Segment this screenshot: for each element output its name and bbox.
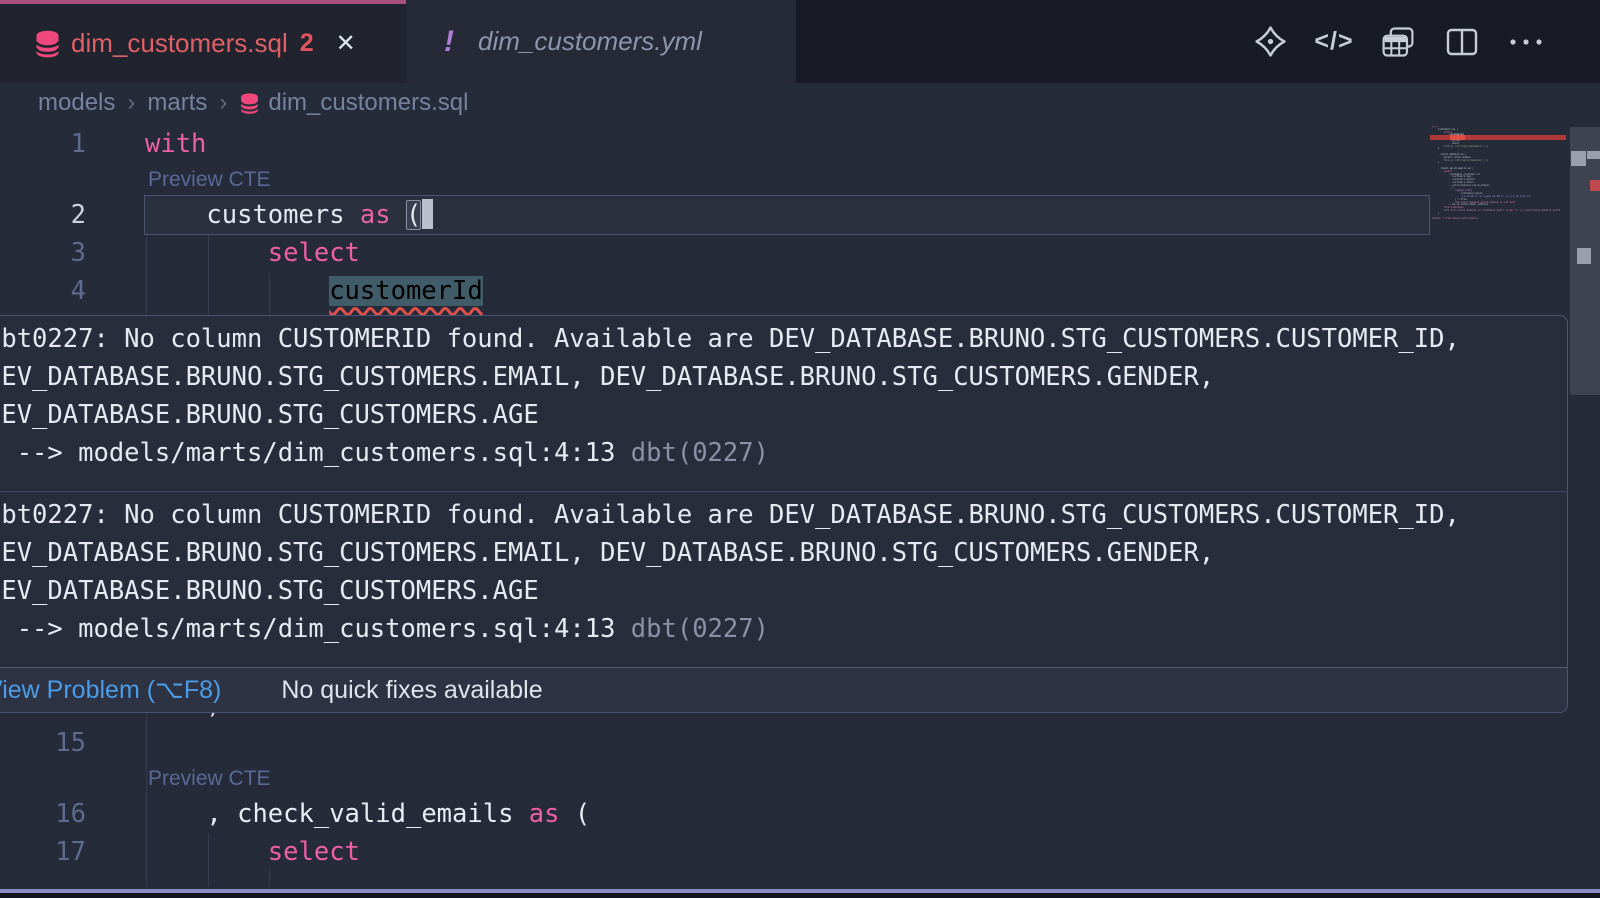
code-text[interactable]: customerId [86,272,483,310]
split-editor-icon[interactable] [1444,24,1480,60]
tab-label: dim_customers.sql [71,28,288,59]
code-preview-icon[interactable]: </> [1316,24,1352,60]
code-text[interactable]: customers as ( [86,196,433,234]
error-code: dbt(0227) [631,438,769,468]
line-number [0,762,86,795]
line-number: 2 [0,196,86,234]
overview-ruler-error-mark [1590,180,1600,191]
warning-exclamation-icon: ! [444,25,454,59]
code-line[interactable]: 16, check_valid_emails as ( [0,795,1600,833]
editor-code-top: 1withPreview CTE2customers as (3select4c… [0,125,1600,310]
code-token: select [268,238,360,268]
breadcrumb-file-label: dim_customers.sql [268,89,468,117]
code-text[interactable]: with [86,125,206,163]
overview-ruler-mark [1587,151,1600,159]
error-message-line: dbt0227: No column CUSTOMERID found. Ava… [0,496,1567,534]
code-token [345,200,360,230]
codelens-preview-cte[interactable]: Preview CTE [86,762,271,795]
error-hover-popup: dbt0227: No column CUSTOMERID found. Ava… [0,315,1568,713]
code-token: with [145,129,206,159]
vscode-window: dim_customers.sql 2 ✕ ! dim_customers.ym… [0,0,1600,898]
error-message-line: dbt0227: No column CUSTOMERID found. Ava… [0,320,1567,358]
minimap-error-marker-highlight [1450,135,1465,140]
error-message-line: DEV_DATABASE.BRUNO.STG_CUSTOMERS.EMAIL, … [0,534,1567,572]
dbt-icon[interactable] [1252,24,1288,60]
code-line[interactable]: 17 select [0,833,1600,871]
breadcrumb-item-file[interactable]: dim_customers.sql [239,89,468,117]
error-message-line: DEV_DATABASE.BRUNO.STG_CUSTOMERS.AGE [0,572,1567,610]
query-results-icon[interactable] [1380,24,1416,60]
code-line[interactable]: 2customers as ( [0,196,1600,234]
code-text[interactable]: select [86,833,360,871]
line-number: 4 [0,272,86,310]
error-location-line: --> models/marts/dim_customers.sql:4:13 … [0,434,1567,472]
line-number: 15 [0,724,86,762]
tab-dim-customers-yml[interactable]: ! dim_customers.yml [406,0,796,83]
chevron-right-icon: › [127,89,135,117]
code-token: , check_valid_emails [206,799,528,829]
no-quick-fixes-text: No quick fixes available [281,676,542,705]
error-highlighted-word: customerId [329,276,483,306]
codelens-row[interactable]: Preview CTE [0,163,1600,196]
overview-ruler-mark [1577,248,1591,264]
breadcrumb-item-models[interactable]: models [38,89,115,117]
code-token: customers [206,200,344,230]
code-line[interactable]: 3 select [0,234,1600,272]
tab-label: dim_customers.yml [478,26,702,57]
text-cursor [422,199,433,229]
breadcrumb: models › marts › dim_customers.sql [0,83,1600,123]
line-number [0,163,86,196]
minimap[interactable]: with customers as ( select customerId , … [1432,126,1566,221]
code-token: ( [560,799,591,829]
line-number: 17 [0,833,86,871]
view-problem-link[interactable]: View Problem (⌥F8) [0,675,221,705]
code-token: as [529,799,560,829]
error-message: dbt0227: No column CUSTOMERID found. Ava… [0,316,1567,491]
minimap-line: left join valid_domains on customers.ema… [1432,210,1566,213]
chevron-right-icon: › [219,89,227,117]
line-number: 16 [0,795,86,833]
error-location-line: --> models/marts/dim_customers.sql:4:13 … [0,610,1567,648]
breadcrumb-item-marts[interactable]: marts [147,89,207,117]
bottom-edge [0,893,1600,898]
editor-actions: </> [1252,0,1544,83]
hover-status-bar: View Problem (⌥F8) No quick fixes availa… [0,667,1567,712]
line-number: 1 [0,125,86,163]
error-message: dbt0227: No column CUSTOMERID found. Ava… [0,491,1567,667]
overview-ruler-mark [1571,151,1586,166]
code-line[interactable]: 15 [0,724,1600,762]
editor-tab-bar: dim_customers.sql 2 ✕ ! dim_customers.ym… [0,0,1600,83]
database-icon [34,29,61,59]
close-tab-icon[interactable]: ✕ [336,29,356,58]
code-token: ( [406,200,421,230]
line-number: 3 [0,234,86,272]
error-code: dbt(0227) [631,614,769,644]
code-token: as [360,200,391,230]
error-message-line: DEV_DATABASE.BRUNO.STG_CUSTOMERS.AGE [0,396,1567,434]
problems-count-badge: 2 [300,29,314,58]
code-text[interactable]: select [86,234,360,272]
codelens-row[interactable]: Preview CTE [0,762,1600,795]
editor-code-bottom: 14)15Preview CTE16, check_valid_emails a… [0,686,1600,871]
more-actions-icon[interactable] [1508,24,1544,60]
code-line[interactable]: 1 with [0,125,1600,163]
tab-dim-customers-sql[interactable]: dim_customers.sql 2 ✕ [0,0,406,83]
code-text[interactable]: , check_valid_emails as ( [86,795,590,833]
minimap-line: select * from check_valid_emails [1432,218,1566,221]
database-icon [239,92,260,115]
code-text[interactable] [86,724,145,762]
codelens-preview-cte[interactable]: Preview CTE [86,163,271,196]
code-token: select [268,837,360,867]
error-message-line: DEV_DATABASE.BRUNO.STG_CUSTOMERS.EMAIL, … [0,358,1567,396]
code-token [391,200,406,230]
code-line[interactable]: 4 customerId [0,272,1600,310]
